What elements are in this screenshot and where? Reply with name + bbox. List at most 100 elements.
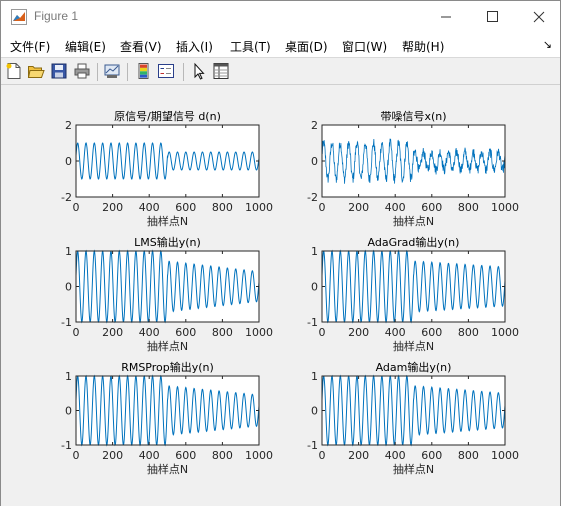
- x-tick-label: 400: [139, 326, 160, 339]
- axes-title: RMSProp输出y(n): [121, 360, 214, 374]
- legend-icon[interactable]: [157, 62, 175, 80]
- subplot-5: 0 200 400 600 800 1000-101RMSProp输出y(n)抽样点N: [61, 360, 273, 476]
- axes-title: LMS输出y(n): [134, 235, 201, 249]
- colorbar-icon[interactable]: [135, 62, 153, 80]
- minimize-icon: [441, 16, 451, 18]
- x-tick-label: 0: [73, 201, 80, 214]
- axes-title: AdaGrad输出y(n): [368, 235, 460, 249]
- menu-desktop[interactable]: 桌面(D): [285, 38, 328, 55]
- y-tick-label: -1: [307, 316, 318, 329]
- maximize-icon: [487, 11, 498, 22]
- maximize-button[interactable]: [469, 1, 515, 33]
- y-tick-label: 0: [65, 155, 72, 168]
- x-tick-label: 600: [175, 201, 196, 214]
- open-folder-icon[interactable]: [27, 62, 45, 80]
- y-tick-label: -1: [61, 439, 72, 452]
- menu-edit[interactable]: 编辑(E): [65, 38, 106, 55]
- x-tick-label: 800: [212, 326, 233, 339]
- y-tick-label: 0: [65, 281, 72, 294]
- subplot-6: 0 200 400 600 800 1000-101Adam输出y(n)抽样点N: [307, 360, 519, 476]
- figure-canvas: 0 200 400 600 800 1000 -2 0 2 原信号/期望信号 d(n) 抽样点N 0 2…: [1, 85, 560, 506]
- x-tick-label: 200: [102, 449, 123, 462]
- pointer-icon[interactable]: [190, 62, 208, 80]
- x-tick-label: 1000: [245, 201, 273, 214]
- x-tick-label: 400: [139, 449, 160, 462]
- x-axis-label: 抽样点N: [393, 214, 434, 228]
- x-tick-label: 0: [319, 201, 326, 214]
- toolbar: [1, 57, 560, 85]
- save-icon[interactable]: [50, 62, 68, 80]
- x-tick-label: 600: [175, 449, 196, 462]
- x-tick-label: 1000: [491, 326, 519, 339]
- y-tick-label: -1: [307, 439, 318, 452]
- y-tick-label: 1: [65, 370, 72, 383]
- x-axis-label: 抽样点N: [393, 462, 434, 476]
- x-tick-label: 600: [421, 449, 442, 462]
- subplot-1: 0 200 400 600 800 1000-202原信号/期望信号 d(n)抽样点N: [61, 110, 273, 228]
- x-axis-label: 抽样点N: [147, 339, 188, 353]
- y-tick-label: -1: [61, 316, 72, 329]
- print-icon[interactable]: [73, 62, 91, 80]
- y-tick-label: 0: [311, 281, 318, 294]
- y-tick-label: 1: [311, 245, 318, 258]
- y-tick-label: 1: [65, 245, 72, 258]
- toolbar-separator: [127, 63, 128, 81]
- link-plot-icon[interactable]: [103, 62, 121, 80]
- toolbar-separator: [97, 63, 98, 81]
- close-button[interactable]: [515, 1, 561, 33]
- y-tick-label: 1: [311, 370, 318, 383]
- subplot-3: 0 200 400 600 800 1000-101LMS输出y(n)抽样点N: [61, 235, 273, 353]
- x-tick-label: 600: [421, 326, 442, 339]
- dock-arrow-icon[interactable]: ↘: [543, 38, 552, 51]
- new-file-icon[interactable]: [5, 62, 23, 80]
- y-tick-label: 0: [311, 155, 318, 168]
- y-tick-label: -2: [61, 191, 72, 204]
- y-tick-label: -2: [307, 191, 318, 204]
- x-tick-label: 1000: [491, 449, 519, 462]
- close-icon: [533, 11, 545, 23]
- menu-insert[interactable]: 插入(I): [176, 38, 213, 55]
- x-tick-label: 200: [102, 326, 123, 339]
- axes-title: 带噪信号x(n): [380, 110, 446, 123]
- x-tick-label: 1000: [245, 326, 273, 339]
- figure-window: Figure 1 文件(F) 编辑(E) 查看(V) 插入(I) 工具(T) 桌…: [0, 0, 561, 506]
- property-inspector-icon[interactable]: [212, 62, 230, 80]
- x-tick-label: 800: [458, 326, 479, 339]
- x-tick-label: 0: [319, 449, 326, 462]
- x-tick-label: 800: [458, 449, 479, 462]
- x-tick-label: 200: [348, 326, 369, 339]
- plots-svg: 0 200 400 600 800 1000-202原信号/期望信号 d(n)抽样点N0 2…: [61, 110, 519, 476]
- x-axis-label: 抽样点N: [147, 214, 188, 228]
- x-tick-label: 800: [212, 449, 233, 462]
- menu-window[interactable]: 窗口(W): [342, 38, 387, 55]
- menu-view[interactable]: 查看(V): [120, 38, 162, 55]
- y-tick-label: 0: [65, 405, 72, 418]
- x-axis-label: 抽样点N: [147, 462, 188, 476]
- menu-bar: 文件(F) 编辑(E) 查看(V) 插入(I) 工具(T) 桌面(D) 窗口(W…: [1, 33, 560, 57]
- x-tick-label: 200: [102, 201, 123, 214]
- window-title: Figure 1: [34, 9, 79, 23]
- menu-help[interactable]: 帮助(H): [402, 38, 444, 55]
- x-tick-label: 800: [212, 201, 233, 214]
- x-tick-label: 600: [175, 326, 196, 339]
- x-tick-label: 600: [421, 201, 442, 214]
- menu-tools[interactable]: 工具(T): [230, 38, 271, 55]
- x-tick-label: 400: [385, 201, 406, 214]
- axes-title: Adam输出y(n): [376, 360, 452, 374]
- menu-file[interactable]: 文件(F): [10, 38, 50, 55]
- x-tick-label: 0: [73, 449, 80, 462]
- x-axis-label: 抽样点N: [393, 339, 434, 353]
- axes-title: 原信号/期望信号 d(n): [114, 110, 221, 123]
- toolbar-separator: [183, 63, 184, 81]
- x-tick-label: 200: [348, 449, 369, 462]
- x-tick-label: 400: [385, 449, 406, 462]
- title-bar[interactable]: Figure 1: [1, 1, 560, 33]
- x-tick-label: 1000: [491, 201, 519, 214]
- x-tick-label: 800: [458, 201, 479, 214]
- y-tick-label: 0: [311, 405, 318, 418]
- x-tick-label: 0: [319, 326, 326, 339]
- minimize-button[interactable]: [423, 1, 469, 33]
- y-tick-label: 2: [65, 119, 72, 132]
- x-tick-label: 1000: [245, 449, 273, 462]
- x-tick-label: 400: [385, 326, 406, 339]
